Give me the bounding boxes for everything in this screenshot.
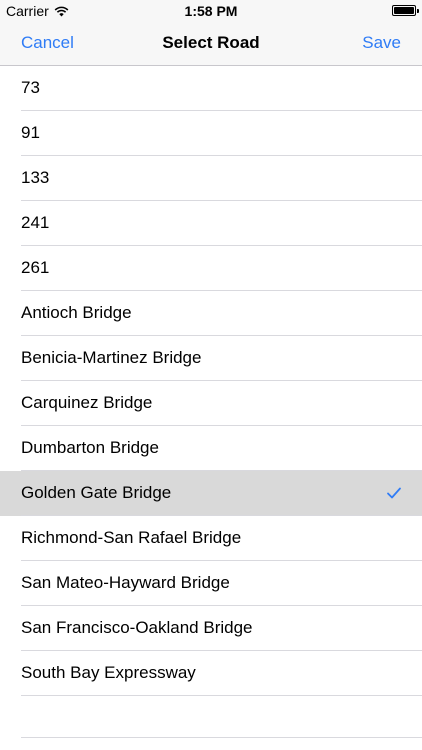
checkmark-icon bbox=[387, 487, 401, 499]
road-label: Dumbarton Bridge bbox=[21, 438, 159, 457]
road-list: 73 91 133 241 261 Antioch Bridge Benicia-Marti… bbox=[0, 66, 422, 696]
road-label: Carquinez Bridge bbox=[21, 393, 153, 412]
road-label: San Mateo-Hayward Bridge bbox=[21, 573, 230, 592]
road-label: Golden Gate Bridge bbox=[21, 483, 172, 502]
battery-nub bbox=[417, 9, 419, 13]
road-label: San Francisco-Oakland Bridge bbox=[21, 618, 253, 637]
road-label: Antioch Bridge bbox=[21, 303, 132, 322]
road-label: 133 bbox=[21, 168, 50, 187]
list-item[interactable]: San Mateo-Hayward Bridge bbox=[0, 561, 422, 606]
list-item[interactable]: 91 bbox=[0, 111, 422, 156]
road-label: 261 bbox=[21, 258, 50, 277]
list-item[interactable]: 133 bbox=[0, 156, 422, 201]
list-item[interactable]: Carquinez Bridge bbox=[0, 381, 422, 426]
road-label: 91 bbox=[21, 123, 40, 142]
list-item[interactable]: Richmond-San Rafael Bridge bbox=[0, 516, 422, 561]
save-button[interactable]: Save bbox=[362, 33, 401, 53]
navigation-bar: Cancel Select Road Save bbox=[0, 22, 422, 66]
list-item[interactable]: 73 bbox=[0, 66, 422, 111]
road-label: Richmond-San Rafael Bridge bbox=[21, 528, 242, 547]
road-label: Benicia-Martinez Bridge bbox=[21, 348, 202, 367]
list-item[interactable]: Dumbarton Bridge bbox=[0, 426, 422, 471]
battery-icon bbox=[392, 5, 419, 16]
status-bar: Carrier 1:58 PM bbox=[0, 0, 422, 22]
battery-fill bbox=[394, 7, 414, 14]
road-label: 73 bbox=[21, 78, 40, 97]
list-item[interactable]: Golden Gate Bridge bbox=[0, 471, 422, 516]
screen: Carrier 1:58 PM Cancel Select Road Save … bbox=[0, 0, 422, 750]
road-label: South Bay Expressway bbox=[21, 663, 196, 682]
list-bottom-divider bbox=[21, 737, 422, 738]
list-item[interactable]: Benicia-Martinez Bridge bbox=[0, 336, 422, 381]
page-title: Select Road bbox=[162, 33, 260, 52]
list-item[interactable]: San Francisco-Oakland Bridge bbox=[0, 606, 422, 651]
list-item[interactable]: 241 bbox=[0, 201, 422, 246]
list-item[interactable]: 261 bbox=[0, 246, 422, 291]
road-label: 241 bbox=[21, 213, 50, 232]
list-item[interactable]: South Bay Expressway bbox=[0, 651, 422, 696]
list-item[interactable]: Antioch Bridge bbox=[0, 291, 422, 336]
status-time: 1:58 PM bbox=[184, 3, 238, 19]
